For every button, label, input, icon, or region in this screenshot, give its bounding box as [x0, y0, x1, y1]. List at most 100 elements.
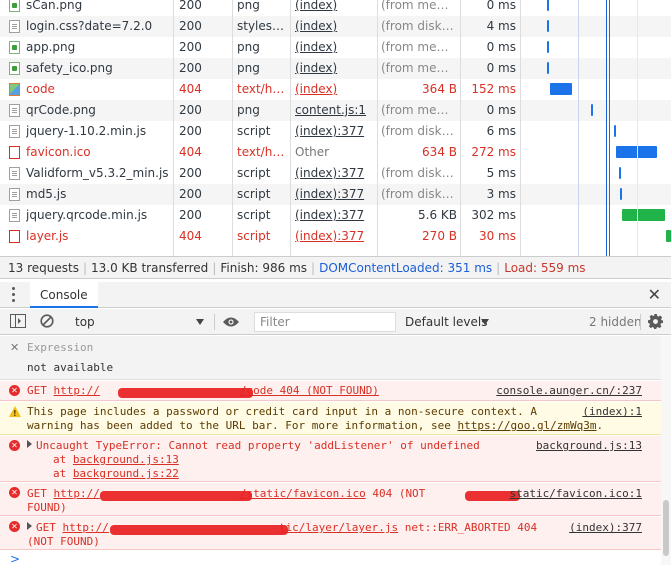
- network-request-row[interactable]: qrCode.png 200 png content.js:1 (from memo..…: [0, 100, 671, 121]
- network-request-row[interactable]: code 404 text/html (index) 364 B 152 ms: [0, 79, 671, 100]
- hidden-messages-count: 2 hidden: [589, 315, 642, 329]
- dom-content-loaded-line: [606, 0, 607, 256]
- network-request-row[interactable]: jquery.qrcode.min.js 200 script (index):377…: [0, 205, 671, 226]
- live-expression-eye-icon[interactable]: [222, 316, 240, 331]
- document-file-icon: [9, 104, 20, 117]
- expand-triangle-icon[interactable]: [27, 522, 32, 530]
- request-initiator[interactable]: (index):377: [295, 205, 375, 226]
- request-time: 0 ms: [486, 40, 516, 54]
- request-initiator[interactable]: (index): [295, 79, 375, 100]
- clear-console-icon[interactable]: [40, 314, 54, 331]
- load-time: Load: 559 ms: [504, 261, 586, 275]
- document-file-icon: [9, 167, 20, 180]
- waterfall-bar: [619, 167, 621, 179]
- close-icon[interactable]: ✕: [10, 341, 19, 354]
- request-time: 302 ms: [471, 208, 516, 222]
- gear-icon[interactable]: [648, 314, 663, 332]
- expand-triangle-icon[interactable]: [27, 440, 32, 448]
- request-size: (from disk c...: [381, 187, 457, 201]
- network-request-row[interactable]: layer.js 404 script (index):377 270 B 30 ms: [0, 226, 671, 247]
- image-file-icon: [9, 0, 20, 12]
- request-name: code: [26, 82, 55, 96]
- requests-count: 13 requests: [8, 261, 79, 275]
- console-error-message: ✕ GET http:// /static/favicon.ico 404 (NO…: [0, 483, 671, 516]
- network-request-row[interactable]: app.png 200 png (index) (from memo... 0 ms: [0, 37, 671, 58]
- waterfall-bar: [547, 20, 549, 32]
- drawer-menu-icon[interactable]: [10, 286, 18, 304]
- error-file-icon: [9, 230, 20, 243]
- waterfall-bar: [547, 0, 549, 11]
- error-icon: ✕: [9, 521, 20, 532]
- request-initiator[interactable]: (index): [295, 58, 375, 79]
- console-scrollbar[interactable]: [661, 336, 671, 565]
- message-source-link[interactable]: console.aunger.cn/:237: [496, 384, 642, 398]
- request-initiator[interactable]: (index): [295, 37, 375, 58]
- message-text: 404 (NOT: [365, 487, 426, 500]
- request-size: (from memo...: [381, 103, 457, 117]
- network-request-table: sCan.png 200 png (index) (from memo... 0 ms lo…: [0, 0, 671, 256]
- request-status: 200: [179, 103, 202, 117]
- request-status: 200: [179, 208, 202, 222]
- message-source-link[interactable]: (index):377: [569, 521, 642, 535]
- scrollbar-thumb[interactable]: [663, 500, 669, 556]
- request-size: (from memo...: [381, 0, 457, 12]
- request-initiator[interactable]: (index): [295, 0, 375, 16]
- request-time: 3 ms: [486, 187, 516, 201]
- request-url-link[interactable]: http://: [54, 384, 100, 397]
- stack-frame-link[interactable]: background.js:13: [73, 453, 179, 466]
- request-url-link[interactable]: http://: [63, 521, 109, 534]
- request-url-link[interactable]: http://: [54, 487, 100, 500]
- request-time: 0 ms: [486, 103, 516, 117]
- message-text: FOUND): [27, 501, 67, 514]
- request-initiator[interactable]: (index):377: [295, 121, 375, 142]
- request-initiator[interactable]: (index): [295, 16, 375, 37]
- network-request-row[interactable]: Validform_v5.3.2_min.js 200 script (index):…: [0, 163, 671, 184]
- expression-label[interactable]: Expression: [27, 341, 93, 354]
- tab-console[interactable]: Console: [30, 282, 98, 308]
- console-prompt[interactable]: >: [10, 552, 20, 565]
- request-initiator[interactable]: content.js:1: [295, 100, 375, 121]
- message-source-link[interactable]: static/favicon.ico:1: [510, 487, 642, 501]
- message-source-link[interactable]: (index):1: [582, 405, 642, 419]
- request-initiator[interactable]: (index):377: [295, 163, 375, 184]
- request-initiator[interactable]: (index):377: [295, 184, 375, 205]
- image-file-icon: [9, 62, 20, 75]
- document-file-icon: [9, 20, 20, 33]
- network-request-row[interactable]: sCan.png 200 png (index) (from memo... 0 ms: [0, 0, 671, 16]
- dom-content-loaded-time: DOMContentLoaded: 351 ms: [319, 261, 493, 275]
- request-url-link[interactable]: /static/favicon.ico: [240, 487, 366, 500]
- waterfall-bar: [666, 230, 671, 242]
- info-link[interactable]: https://goo.gl/zmWq3m: [457, 419, 596, 432]
- request-name: favicon.ico: [26, 145, 91, 159]
- network-request-row[interactable]: md5.js 200 script (index):377 (from disk c..…: [0, 184, 671, 205]
- network-request-row[interactable]: login.css?date=7.2.0 200 stylesh... (index)…: [0, 16, 671, 37]
- column-divider: [232, 0, 233, 256]
- network-request-row[interactable]: safety_ico.png 200 png (index) (from memo...…: [0, 58, 671, 79]
- sidebar-toggle-icon[interactable]: [10, 314, 26, 331]
- message-text: GET: [27, 487, 54, 500]
- request-time: 4 ms: [486, 19, 516, 33]
- request-url-link[interactable]: /code 404 (NOT FOUND): [240, 384, 379, 397]
- network-request-row[interactable]: jquery-1.10.2.min.js 200 script (index):377…: [0, 121, 671, 142]
- request-status: 200: [179, 40, 202, 54]
- log-levels-dropdown[interactable]: Default levels: [405, 313, 487, 331]
- request-size: 5.6 KB: [418, 208, 457, 222]
- context-select[interactable]: top: [68, 313, 206, 331]
- message-source-link[interactable]: background.js:13: [536, 439, 642, 453]
- request-size: (from memo...: [381, 40, 457, 54]
- request-initiator[interactable]: (index):377: [295, 226, 375, 247]
- toolbar-divider: [640, 314, 641, 330]
- network-request-row[interactable]: favicon.ico 404 text/html Other 634 B 272 ms: [0, 142, 671, 163]
- column-divider: [520, 0, 521, 256]
- close-icon[interactable]: ✕: [648, 287, 661, 303]
- chevron-down-icon: [481, 319, 489, 325]
- request-name: jquery.qrcode.min.js: [26, 208, 148, 222]
- stack-frame-link[interactable]: background.js:22: [73, 467, 179, 480]
- error-file-icon: [9, 146, 20, 159]
- request-url-link[interactable]: tic/layer/layer.js: [279, 521, 398, 534]
- request-status: 200: [179, 19, 202, 33]
- request-status: 404: [179, 82, 202, 96]
- request-size: 364 B: [422, 82, 457, 96]
- filter-input[interactable]: [254, 312, 396, 332]
- request-status: 404: [179, 229, 202, 243]
